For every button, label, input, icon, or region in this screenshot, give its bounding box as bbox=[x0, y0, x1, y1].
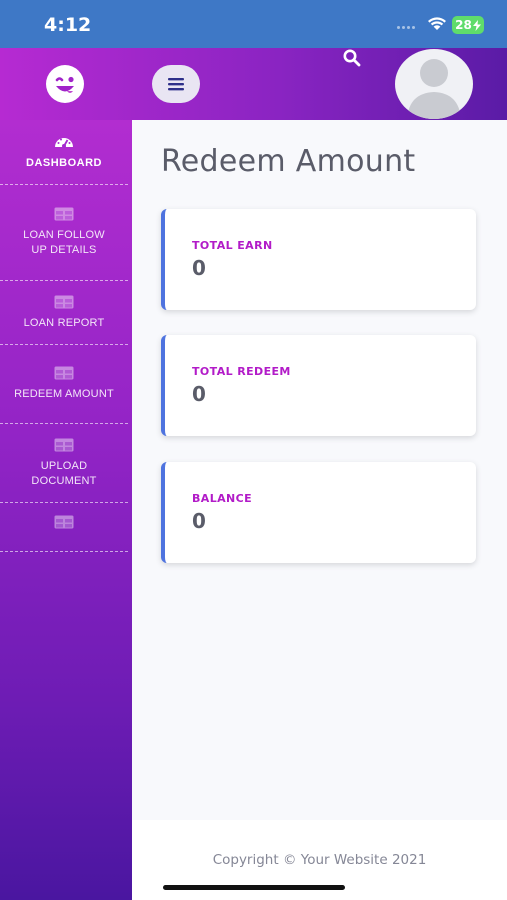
stat-card-label: TOTAL EARN bbox=[192, 239, 273, 252]
wifi-icon bbox=[427, 16, 447, 36]
wink-face-icon[interactable] bbox=[46, 65, 84, 103]
stat-card-total-earn: TOTAL EARN 0 bbox=[161, 209, 476, 310]
sidebar-item-dashboard[interactable]: DASHBOARD bbox=[0, 120, 128, 185]
table-icon bbox=[54, 438, 74, 451]
speedometer-icon bbox=[55, 138, 73, 148]
sidebar-item-more[interactable] bbox=[0, 503, 128, 552]
table-icon bbox=[54, 207, 74, 221]
sidebar-item-label: LOAN REPORT bbox=[23, 316, 105, 329]
table-icon bbox=[54, 515, 74, 528]
sidebar-item-label: REDEEM AMOUNT bbox=[14, 388, 114, 400]
status-bar: 4:12 28 bbox=[0, 0, 507, 48]
sidebar-item-label: LOAN FOLLOW UP DETAILS bbox=[23, 229, 105, 256]
stat-card-balance: BALANCE 0 bbox=[161, 462, 476, 563]
hamburger-icon bbox=[168, 78, 184, 91]
status-time: 4:12 bbox=[44, 14, 92, 36]
battery-icon: 28 bbox=[452, 16, 484, 34]
user-avatar-icon[interactable] bbox=[395, 49, 473, 119]
stat-card-value: 0 bbox=[192, 256, 206, 280]
sidebar-item-label: DASHBOARD bbox=[26, 157, 102, 169]
battery-level: 28 bbox=[455, 18, 472, 32]
sidebar-item-redeem-amount[interactable]: REDEEM AMOUNT bbox=[0, 345, 128, 424]
table-icon bbox=[54, 366, 74, 380]
page-title: Redeem Amount bbox=[161, 144, 416, 179]
stat-card-label: BALANCE bbox=[192, 492, 253, 505]
sidebar-item-upload-document[interactable]: UPLOAD DOCUMENT bbox=[0, 424, 128, 503]
home-indicator[interactable] bbox=[163, 885, 345, 890]
stat-card-value: 0 bbox=[192, 382, 206, 406]
signal-dots-icon bbox=[397, 26, 415, 29]
menu-toggle-button[interactable] bbox=[152, 65, 200, 103]
copyright-text: Copyright © Your Website 2021 bbox=[212, 852, 427, 868]
sidebar: DASHBOARD LOAN FOLLOW UP DETAILS LOAN RE… bbox=[0, 120, 132, 900]
sidebar-item-label: UPLOAD DOCUMENT bbox=[31, 459, 97, 487]
stat-card-label: TOTAL REDEEM bbox=[192, 365, 291, 378]
search-icon[interactable] bbox=[342, 48, 362, 73]
table-icon bbox=[54, 295, 74, 308]
sidebar-item-loan-report[interactable]: LOAN REPORT bbox=[0, 281, 128, 345]
stat-card-total-redeem: TOTAL REDEEM 0 bbox=[161, 335, 476, 436]
sidebar-item-loan-follow-up-details[interactable]: LOAN FOLLOW UP DETAILS bbox=[0, 185, 128, 281]
top-navbar bbox=[0, 48, 507, 120]
main-content: Redeem Amount TOTAL EARN 0 TOTAL REDEEM … bbox=[132, 120, 507, 820]
stat-card-value: 0 bbox=[192, 509, 206, 533]
